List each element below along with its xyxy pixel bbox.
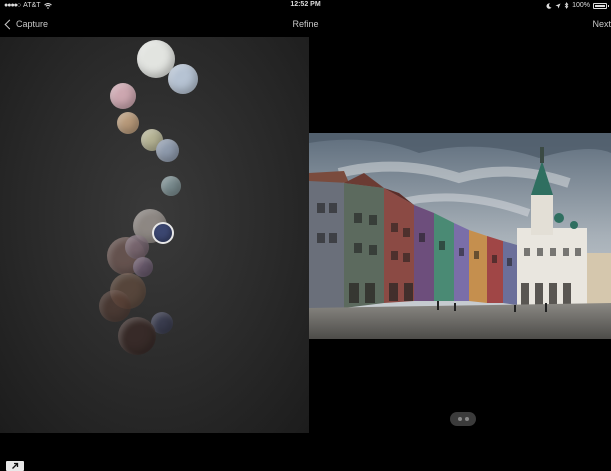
color-swatch[interactable] [168, 64, 198, 94]
status-bar: ●●●●○ AT&T 12:52 PM 100% [0, 0, 611, 11]
battery-icon [593, 2, 609, 9]
photo-panel [309, 37, 611, 433]
town-square-photo [309, 133, 611, 339]
color-swatch[interactable] [99, 290, 131, 322]
arrow-expand-icon [12, 462, 19, 469]
back-button[interactable]: Capture [4, 19, 48, 29]
page-title: Refine [292, 19, 319, 29]
color-swatch[interactable] [125, 235, 149, 259]
photo-preview [309, 133, 611, 339]
selected-color-swatch[interactable] [154, 224, 172, 242]
next-button[interactable]: Next [592, 19, 611, 29]
color-swatch[interactable] [117, 112, 139, 134]
back-button-label: Capture [16, 19, 49, 29]
toggle-dot [457, 417, 462, 421]
color-swatch[interactable] [118, 317, 156, 355]
color-swatch-panel [0, 37, 309, 471]
status-time: 12:52 PM [290, 1, 321, 8]
color-swatch[interactable] [156, 139, 179, 162]
nav-bar: Capture Refine Next [0, 11, 611, 37]
compare-toggle[interactable] [450, 412, 476, 426]
color-swatch[interactable] [110, 83, 136, 109]
chevron-left-icon [4, 19, 15, 29]
toggle-dot [464, 417, 469, 421]
color-swatch[interactable] [161, 176, 181, 196]
expand-button[interactable] [6, 461, 24, 471]
